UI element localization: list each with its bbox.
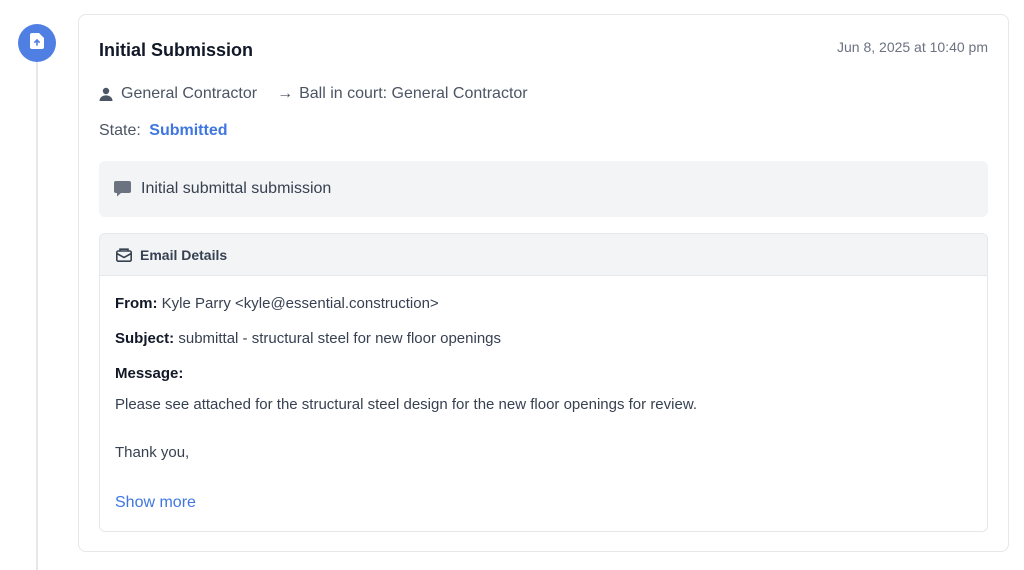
envelope-icon bbox=[116, 247, 132, 262]
event-timestamp: Jun 8, 2025 at 10:40 pm bbox=[837, 39, 988, 55]
email-details-header: Email Details bbox=[100, 234, 987, 276]
event-actor: General Contractor bbox=[121, 85, 258, 102]
arrow-right-icon: → bbox=[277, 85, 294, 102]
comment-text: Initial submittal submission bbox=[141, 180, 332, 197]
message-line-2: Thank you, bbox=[115, 444, 190, 461]
document-upload-icon bbox=[30, 32, 44, 54]
event-title: Initial Submission bbox=[99, 40, 254, 60]
email-details: Email Details From: Kyle Parry <kyle@ess… bbox=[99, 233, 988, 532]
comment-box: Initial submittal submission bbox=[99, 161, 988, 217]
subject-value: submittal - structural steel for new flo… bbox=[178, 330, 502, 347]
user-icon bbox=[99, 87, 113, 101]
timeline-event-card: Initial Submission Jun 8, 2025 at 10:40 … bbox=[78, 14, 1009, 552]
message-line-1: Please see attached for the structural s… bbox=[115, 396, 697, 413]
comment-icon bbox=[114, 181, 131, 197]
message-label: Message: bbox=[115, 365, 184, 382]
event-meta: General Contractor → Ball in court: Gene… bbox=[99, 85, 528, 103]
show-more-link[interactable]: Show more bbox=[115, 494, 196, 512]
timeline-marker bbox=[18, 24, 56, 62]
event-state: State: Submitted bbox=[99, 122, 227, 140]
subject-label: Subject: bbox=[115, 330, 175, 347]
email-from: From: Kyle Parry <kyle@essential.constru… bbox=[115, 295, 439, 312]
state-value: Submitted bbox=[149, 122, 228, 139]
timeline-line bbox=[36, 50, 38, 570]
state-label: State: bbox=[99, 122, 141, 139]
from-value: Kyle Parry <kyle@essential.construction> bbox=[161, 295, 439, 312]
email-details-title: Email Details bbox=[140, 246, 228, 263]
ball-in-court: Ball in court: General Contractor bbox=[299, 85, 528, 102]
email-subject: Subject: submittal - structural steel fo… bbox=[115, 330, 501, 347]
from-label: From: bbox=[115, 295, 158, 312]
